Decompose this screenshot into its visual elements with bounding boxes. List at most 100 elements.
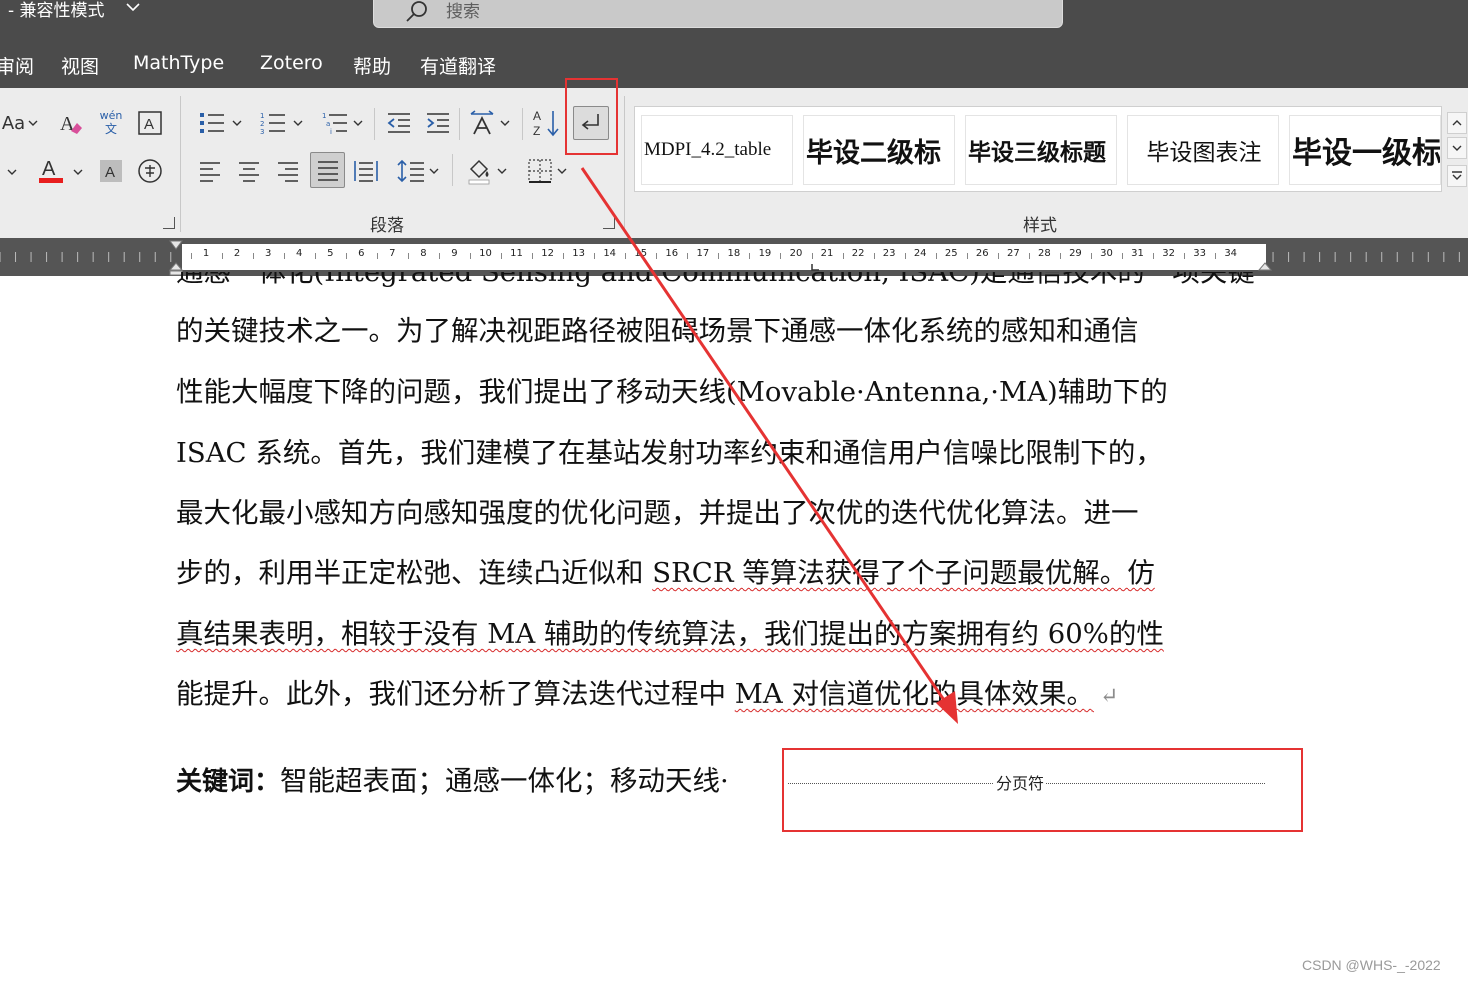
doc-line: 的关键技术之一。为了解决视距路径被阻碍场景下通感一体化系统的感知和通信 (176, 315, 1139, 347)
ruler-half-tick (345, 253, 347, 259)
ribbon-tab-bar: 审阅 视图 MathType Zotero 帮助 有道翻译 (0, 42, 1468, 88)
ruler-half-tick (594, 253, 596, 259)
svg-text:2: 2 (260, 120, 264, 128)
font-color-icon: A (39, 158, 63, 183)
justify-button[interactable] (310, 152, 345, 188)
font-dialog-launcher[interactable] (163, 217, 175, 229)
svg-text:A: A (42, 158, 56, 180)
ruler-half-tick (997, 253, 999, 259)
ruler-number: 27 (1006, 248, 1020, 259)
chevron-down-icon[interactable] (126, 2, 140, 12)
chevron-down-icon (557, 168, 567, 174)
ruler-number: 2 (233, 248, 241, 259)
tab-zotero[interactable]: Zotero (260, 52, 323, 74)
ribbon: Aa A wén 文 A A A 1 2 3 1 a i A Z 段落 MDPI… (0, 88, 1468, 238)
phonetic-guide-button[interactable]: wén 文 (97, 108, 125, 138)
chevron-down-icon (232, 120, 242, 126)
style-label: 毕设一级标 (1292, 136, 1441, 171)
ruler-number: 5 (327, 248, 334, 259)
ruler-number: 7 (389, 248, 396, 259)
gallery-scroll-down-button[interactable] (1447, 137, 1467, 159)
document-title[interactable]: - 兼容性模式 (8, 0, 105, 21)
font-color-button[interactable]: A (36, 154, 66, 186)
styles-gallery: MDPI_4.2_table 毕设二级标 毕设三级标题 毕设图表注 毕设一级标 (634, 106, 1442, 192)
ruler-half-tick (283, 253, 285, 259)
first-line-indent-marker[interactable] (169, 240, 183, 250)
bullets-button[interactable] (194, 108, 246, 138)
tab-help[interactable]: 帮助 (353, 52, 391, 79)
character-shading-button[interactable]: A (97, 156, 125, 186)
svg-text:Z: Z (533, 124, 540, 138)
paragraph-dialog-launcher[interactable] (603, 217, 615, 229)
ruler-number: 25 (944, 248, 958, 259)
paragraph-mark: ↵ (1100, 684, 1119, 709)
chinese-layout-icon (470, 110, 494, 135)
svg-text:3: 3 (260, 128, 264, 136)
gallery-expand-button[interactable] (1447, 165, 1467, 187)
tab-view[interactable]: 视图 (61, 52, 99, 79)
multilevel-list-icon: 1ai (322, 112, 347, 136)
horizontal-ruler[interactable]: 1 2 3 4 5 6 7 8 9 10 11 12 13 14 15 16 17 18 19 20 21 22 23 24 2… (0, 238, 1468, 276)
ruler-half-tick (376, 253, 378, 259)
ruler-half-tick (842, 253, 844, 259)
align-center-button[interactable] (233, 154, 265, 188)
increase-indent-button[interactable] (422, 108, 454, 138)
paint-bucket-icon (468, 159, 490, 185)
align-left-button[interactable] (194, 154, 226, 188)
style-mdpi-table[interactable]: MDPI_4.2_table (641, 115, 793, 185)
doc-line: ISAC 系统。首先，我们建模了在基站发射功率约束和通信用户信噪比限制下的， (176, 437, 1163, 469)
style-heading-2[interactable]: 毕设二级标 (803, 115, 955, 185)
divider (452, 154, 453, 186)
ruler-number: 18 (727, 248, 741, 259)
group-separator (624, 96, 625, 232)
borders-button[interactable] (520, 154, 574, 188)
ruler-half-tick (873, 253, 875, 259)
ruler-number: 9 (451, 248, 458, 259)
shading-button[interactable] (460, 154, 512, 188)
decrease-indent-button[interactable] (383, 108, 415, 138)
increase-indent-icon (427, 113, 449, 133)
chevron-down-icon (73, 169, 83, 175)
style-heading-1[interactable]: 毕设一级标 (1289, 115, 1441, 185)
ruler-half-tick (314, 253, 316, 259)
search-box[interactable]: 搜索 (373, 0, 1063, 28)
page-break-label: 分页符 (994, 770, 1047, 794)
ruler-half-tick (1153, 253, 1155, 259)
align-right-button[interactable] (272, 154, 304, 188)
character-border-button[interactable]: A (135, 108, 165, 138)
tab-mathtype[interactable]: MathType (133, 52, 224, 74)
divider (459, 108, 460, 140)
clear-formatting-button[interactable]: A (56, 108, 86, 138)
chinese-layout-button[interactable] (464, 108, 514, 138)
numbering-button[interactable]: 123 (255, 108, 307, 138)
expand-gallery-icon (1452, 171, 1462, 180)
right-indent-marker[interactable] (1257, 262, 1273, 274)
change-case-button[interactable]: Aa (0, 110, 40, 136)
tab-youdao-translate[interactable]: 有道翻译 (420, 52, 496, 79)
character-shading-icon: A (100, 160, 122, 182)
distributed-button[interactable] (350, 154, 382, 188)
enclose-characters-button[interactable] (135, 156, 165, 186)
multilevel-list-button[interactable]: 1ai (316, 108, 368, 138)
tab-review[interactable]: 审阅 (0, 52, 34, 79)
tab-stop-marker[interactable] (810, 264, 820, 272)
doc-line: 性能大幅度下降的问题，我们提出了移动天线(Movable·Antenna,·MA… (176, 376, 1168, 408)
title-bar: - 兼容性模式 搜索 (0, 0, 1468, 42)
font-color-dropdown[interactable] (70, 158, 86, 186)
sort-button[interactable]: A Z (530, 106, 562, 140)
show-formatting-marks-button[interactable] (573, 106, 609, 140)
keywords-line: 关键词：智能超表面；通感一体化；移动天线· (176, 758, 729, 798)
chevron-down-icon (293, 120, 303, 126)
line-spacing-button[interactable] (392, 154, 444, 188)
style-heading-3[interactable]: 毕设三级标题 (965, 115, 1117, 185)
gallery-scroll-up-button[interactable] (1447, 112, 1467, 134)
doc-line-segment-spellcheck: MA 对信道优化的具体效果。 (734, 678, 1095, 710)
search-placeholder: 搜索 (446, 2, 480, 22)
ruler-number: 33 (1193, 248, 1207, 259)
style-figure-caption[interactable]: 毕设图表注 (1127, 115, 1279, 185)
ruler-half-tick (625, 253, 627, 259)
phonetic-top-label: wén (99, 109, 123, 122)
highlight-color-dropdown[interactable] (0, 158, 24, 186)
style-label: 毕设图表注 (1146, 140, 1262, 166)
keywords-label: 关键词： (176, 767, 281, 797)
